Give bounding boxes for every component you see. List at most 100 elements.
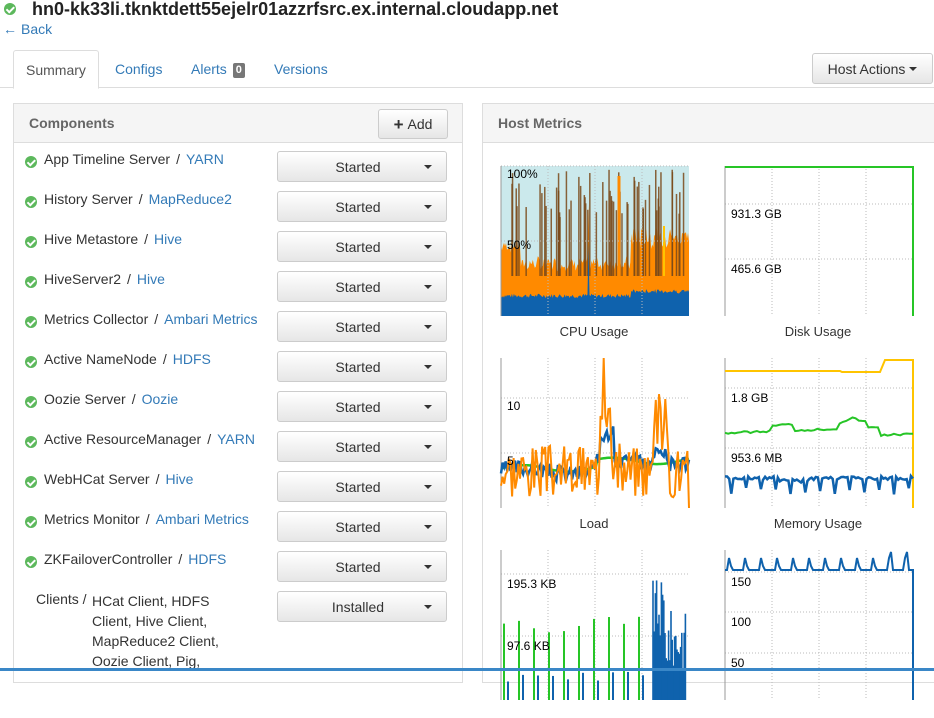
component-status-dropdown[interactable]: Started [277,231,447,262]
component-label[interactable]: Metrics Collector [44,311,148,327]
cpu-usage-plot: 100% 50% [500,165,689,316]
host-title: hn0-kk33li.tknktdett55ejelr01azzrfsrc.ex… [4,0,558,20]
status-label: Started [335,558,381,575]
separator: / [138,191,143,207]
caret-down-icon [424,445,432,449]
check-circle-icon [25,276,37,288]
component-name: ZKFailoverController / HDFS [44,551,226,567]
disk-usage-chart[interactable]: 931.3 GB 465.6 GB Disk Usage [723,164,923,339]
clients-label: Clients / [36,591,87,607]
add-label: Add [407,116,433,132]
processes-chart[interactable]: 150 100 50 [723,548,923,718]
component-label[interactable]: Oozie Server [44,391,126,407]
service-link[interactable]: HDFS [173,351,211,367]
check-circle-icon [25,516,37,528]
component-row: Metrics Monitor / Ambari Metrics Started [14,508,462,548]
separator: / [207,431,212,447]
status-label: Started [335,278,381,295]
component-status-dropdown[interactable]: Started [277,431,447,462]
tab-label: Versions [274,61,328,77]
service-link[interactable]: Oozie [142,391,179,407]
service-link[interactable]: YARN [217,431,255,447]
component-label[interactable]: Active NameNode [44,351,157,367]
caret-down-icon [424,405,432,409]
status-label: Started [335,478,381,495]
host-actions-button[interactable]: Host Actions [812,53,933,84]
component-label[interactable]: Metrics Monitor [44,511,140,527]
caret-down-icon [424,165,432,169]
service-link[interactable]: Hive [154,231,182,247]
components-title: Components [29,115,115,131]
service-link[interactable]: Ambari Metrics [156,511,249,527]
component-row: Oozie Server / Oozie Started [14,388,462,428]
memory-usage-chart[interactable]: 1.8 GB 953.6 MB Memory Usage [723,356,923,531]
check-circle-icon [25,236,37,248]
service-link[interactable]: Ambari Metrics [164,311,257,327]
network-usage-chart[interactable]: 195.3 KB 97.6 KB [499,548,699,718]
component-label[interactable]: Hive Metastore [44,231,138,247]
load-chart[interactable]: 10 5 Load [499,356,699,531]
components-panel: Components + Add App Timeline Server / YAR… [13,103,463,683]
component-status-dropdown[interactable]: Started [277,151,447,182]
component-label[interactable]: History Server [44,191,133,207]
check-circle-icon [25,436,37,448]
check-circle-icon [25,156,37,168]
status-label: Started [335,398,381,415]
caret-down-icon [424,605,432,609]
status-label: Started [335,238,381,255]
component-status-dropdown[interactable]: Started [277,511,447,542]
back-label: Back [21,21,53,37]
metrics-panel-heading: Host Metrics [483,104,934,143]
mem-cached-line [724,473,914,495]
component-status-dropdown[interactable]: Started [277,271,447,302]
tab-bar: Summary Configs Alerts 0 Versions [0,50,934,89]
component-row: Hive Metastore / Hive Started [14,228,462,268]
tab-configs[interactable]: Configs [103,50,174,88]
add-component-button[interactable]: + Add [378,109,448,139]
component-status-dropdown[interactable]: Started [277,351,447,382]
service-link[interactable]: Hive [137,271,165,287]
separator: / [154,311,159,327]
y-tick-label: 100 [731,615,751,629]
component-status-dropdown[interactable]: Started [277,311,447,342]
component-row: App Timeline Server / YARN Started [14,148,462,188]
caret-down-icon [424,485,432,489]
back-link[interactable]: ← Back [3,21,52,37]
cpu-usage-chart[interactable]: 100% 50% CPU Usage [499,164,699,339]
component-status-dropdown[interactable]: Started [277,551,447,582]
component-label[interactable]: Active ResourceManager [44,431,201,447]
y-tick-label: 150 [731,575,751,589]
separator: / [178,551,183,567]
separator: / [155,471,160,487]
y-tick-label: 50% [507,238,531,252]
component-label[interactable]: WebHCat Server [44,471,150,487]
service-link[interactable]: YARN [186,151,224,167]
status-label: Started [335,198,381,215]
component-row: Active NameNode / HDFS Started [14,348,462,388]
clients-status-dropdown[interactable]: Installed [277,591,447,622]
caret-down-icon [424,245,432,249]
component-name: Metrics Collector / Ambari Metrics [44,311,258,327]
tab-alerts[interactable]: Alerts 0 [179,50,257,88]
component-row: History Server / MapReduce2 Started [14,188,462,228]
service-link[interactable]: Hive [165,471,193,487]
component-status-dropdown[interactable]: Started [277,391,447,422]
component-label[interactable]: HiveServer2 [44,271,121,287]
status-label: Started [335,158,381,175]
y-tick-label: 931.3 GB [731,207,782,221]
check-circle-icon [25,196,37,208]
tab-summary[interactable]: Summary [13,50,99,89]
component-row: Metrics Collector / Ambari Metrics Started [14,308,462,348]
service-link[interactable]: MapReduce2 [149,191,232,207]
service-link[interactable]: HDFS [188,551,226,567]
component-status-dropdown[interactable]: Started [277,471,447,502]
y-tick-label: 100% [507,167,538,181]
tab-versions[interactable]: Versions [262,50,340,88]
component-name: WebHCat Server / Hive [44,471,193,487]
components-panel-heading: Components + Add [14,104,462,143]
component-label[interactable]: ZKFailoverController [44,551,172,567]
check-circle-icon [25,476,37,488]
component-status-dropdown[interactable]: Started [277,191,447,222]
component-label[interactable]: App Timeline Server [44,151,170,167]
y-tick-label: 465.6 GB [731,262,782,276]
